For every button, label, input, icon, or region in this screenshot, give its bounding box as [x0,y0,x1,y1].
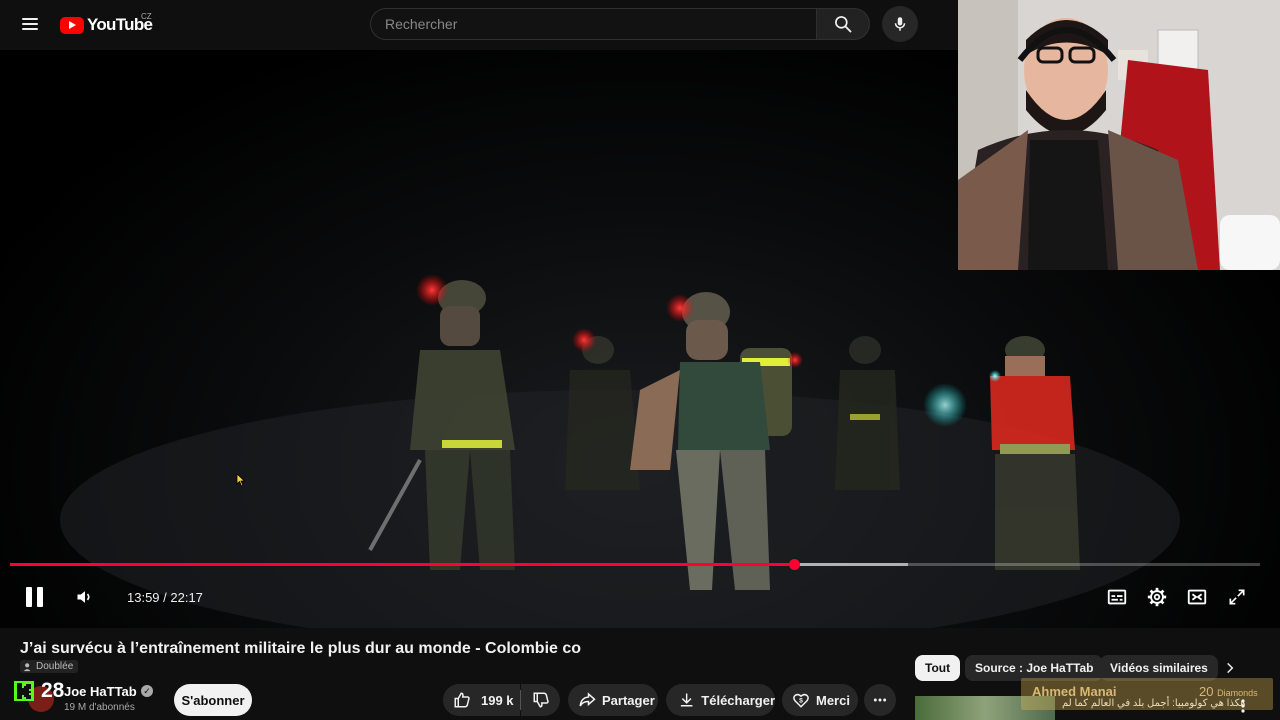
volume-icon [77,591,90,603]
download-button[interactable]: Télécharger [666,684,775,716]
share-label: Partager [602,692,655,708]
progress-bar[interactable] [10,563,1260,566]
thanks-button[interactable]: $ Merci [782,684,858,716]
progress-scrubber[interactable] [789,559,800,570]
country-code: CZ [141,12,152,21]
channel-name[interactable]: Joe HaTTab [64,684,137,699]
recommendation-more-button[interactable] [1236,698,1250,714]
verified-check-icon: ✓ [141,685,153,697]
subscribe-button[interactable]: S'abonner [174,684,252,716]
menu-button[interactable] [16,10,44,38]
pause-icon [25,587,32,607]
dubbed-badge: Doublée [20,660,79,673]
voice-search-button[interactable] [882,6,918,42]
download-label: Télécharger [701,692,775,708]
dubbed-label: Doublée [36,661,74,672]
thumbs-up-icon [454,692,470,708]
fullscreen-icon [1229,589,1245,605]
subtitles-icon [1107,589,1127,605]
menu-icon [22,18,38,20]
donation-amount-value: 20 [1199,684,1214,699]
share-button[interactable]: Partager [568,684,658,716]
time-display: 13:59 / 22:17 [127,590,203,605]
mic-icon [894,17,906,31]
search-placeholder: Rechercher [385,16,458,32]
search-button[interactable] [816,8,870,40]
svg-text:$: $ [799,697,803,704]
donation-name: Ahmed Manai [1032,684,1117,699]
like-count: 199 k [481,692,514,708]
search-input[interactable]: Rechercher [370,8,816,40]
subtitles-button[interactable] [1102,582,1132,612]
more-actions-button[interactable] [864,684,896,716]
streamer-camera-image [958,0,1280,270]
like-dislike-group: 199 k [443,684,560,716]
thanks-label: Merci [816,692,850,708]
person-voice-icon [23,662,31,671]
more-horizontal-icon [873,698,887,702]
pause-button[interactable] [18,582,50,612]
chip-all[interactable]: Tout [915,655,961,681]
subscriber-count: 19 M d'abonnés [64,702,135,713]
fullscreen-button[interactable] [1222,582,1252,612]
volume-button[interactable] [70,582,100,612]
progress-played [10,563,794,566]
heart-dollar-icon: $ [793,693,809,708]
webcam-overlay [958,0,1280,270]
donation-amount: 20 Diamonds [1199,684,1258,699]
more-vertical-icon [1241,699,1245,713]
chevron-right-icon [1227,662,1234,674]
kick-count: 28 [41,679,65,702]
thumbs-down-icon [533,692,549,708]
youtube-logo[interactable]: YouTube [60,14,153,36]
search-icon [835,16,852,33]
kick-logo-icon [14,681,34,701]
miniplayer-icon [1187,589,1207,605]
miniplayer-button[interactable] [1182,582,1212,612]
donation-unit: Diamonds [1217,688,1258,698]
dislike-button[interactable] [521,684,560,716]
settings-button[interactable] [1142,582,1172,612]
youtube-play-icon [60,16,84,34]
like-button[interactable]: 199 k [443,684,520,716]
video-title: J’ai survécu à l’entraînement militaire … [20,640,582,657]
gear-icon [1147,587,1167,607]
mouse-cursor-icon [236,473,246,487]
download-icon [680,693,693,707]
share-icon [579,692,596,707]
